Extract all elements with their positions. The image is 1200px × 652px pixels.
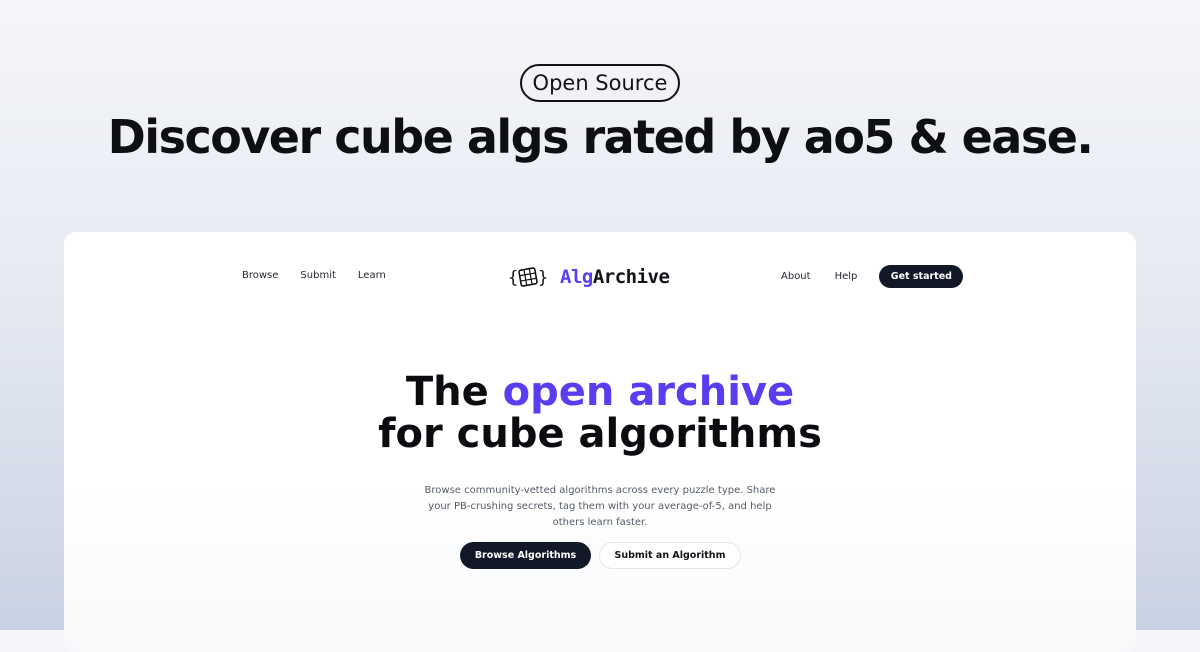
hero-title-prefix: The — [405, 369, 503, 415]
hero-description: Browse community-vetted algorithms acros… — [424, 485, 776, 528]
cube-braces-icon: { } — [508, 264, 548, 290]
page-headline: Discover cube algs rated by ao5 & ease. — [107, 110, 1094, 164]
nav-link-submit[interactable]: Submit — [300, 270, 335, 281]
svg-text:{: { — [508, 268, 518, 288]
hero-title-line2: for cube algorithms — [378, 411, 822, 457]
get-started-button[interactable]: Get started — [879, 265, 964, 288]
site-preview-card: Browse Submit Learn { } AlgArchive About… — [64, 232, 1136, 652]
hero-title-accent: open archive — [502, 369, 795, 415]
nav-link-learn[interactable]: Learn — [358, 270, 386, 281]
primary-nav: Browse Submit Learn — [242, 270, 408, 281]
submit-algorithm-button[interactable]: Submit an Algorithm — [599, 542, 741, 569]
nav-link-help[interactable]: Help — [835, 271, 858, 282]
nav-link-about[interactable]: About — [781, 271, 811, 282]
hero-title: The open archive for cube algorithms — [64, 371, 1136, 455]
open-source-badge: Open Source — [520, 64, 680, 102]
svg-text:}: } — [538, 268, 548, 288]
logo-wordmark-alg: Alg — [560, 266, 593, 288]
browse-algorithms-button[interactable]: Browse Algorithms — [460, 542, 591, 569]
secondary-nav: About Help Get started — [781, 265, 964, 288]
logo-wordmark-archive: Archive — [592, 266, 670, 288]
logo-wordmark: AlgArchive — [560, 266, 670, 288]
algarchive-logo[interactable]: { } AlgArchive — [508, 264, 670, 290]
hero-cta-group: Browse Algorithms Submit an Algorithm — [460, 542, 741, 569]
nav-link-browse[interactable]: Browse — [242, 270, 278, 281]
